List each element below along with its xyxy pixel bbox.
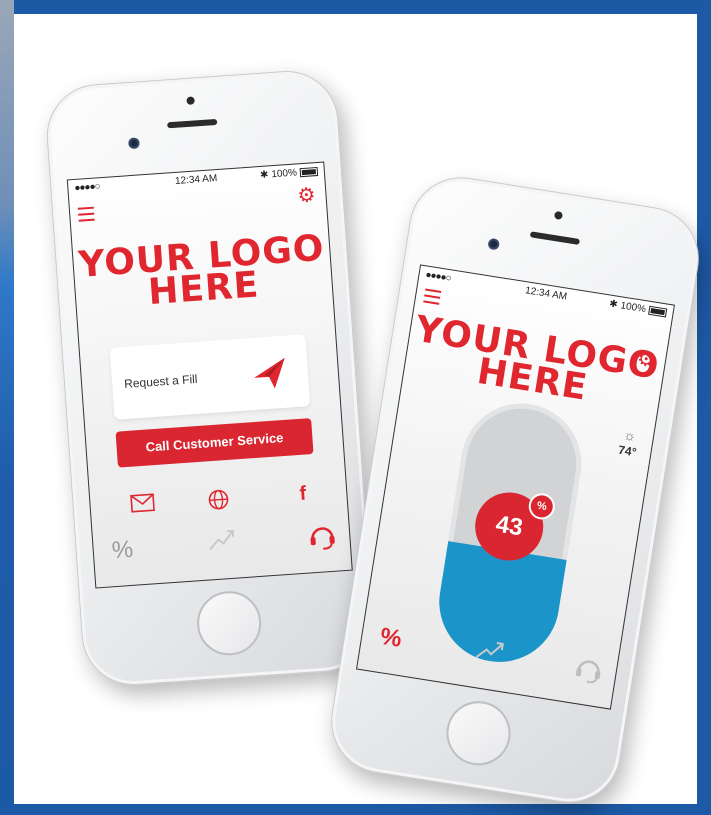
bluetooth-icon: ✱ bbox=[259, 169, 269, 182]
tank-level-value: 43 bbox=[493, 510, 525, 542]
gear-icon[interactable]: ⚙ bbox=[297, 184, 316, 207]
brand-logo: YOUR LOGO HERE bbox=[403, 309, 666, 416]
globe-icon[interactable] bbox=[207, 488, 231, 516]
battery-icon bbox=[648, 305, 668, 318]
tab-percent[interactable]: % bbox=[111, 535, 134, 566]
phone-speaker bbox=[167, 118, 218, 129]
bluetooth-icon: ✱ bbox=[608, 298, 619, 311]
phone-speaker bbox=[529, 231, 581, 246]
home-button[interactable] bbox=[195, 589, 264, 658]
status-bar: ●●●●○ 12:34 AM ✱ 100% bbox=[424, 269, 668, 321]
battery-indicator: ✱ 100% bbox=[608, 298, 668, 319]
trend-icon[interactable] bbox=[207, 528, 237, 560]
call-customer-service-button[interactable]: Call Customer Service bbox=[115, 418, 314, 468]
temperature: 74° bbox=[617, 442, 638, 460]
phone-right: ●●●●○ 12:34 AM ✱ 100% ⚙ YOUR LOGO HERE ☼… bbox=[323, 169, 707, 811]
app-screen-tank: ●●●●○ 12:34 AM ✱ 100% ⚙ YOUR LOGO HERE ☼… bbox=[355, 264, 675, 710]
request-fill-card[interactable]: Request a Fill bbox=[109, 334, 311, 420]
social-links: f bbox=[130, 483, 307, 519]
headset-icon[interactable] bbox=[570, 653, 606, 695]
sun-icon: ☼ bbox=[622, 426, 638, 445]
front-camera bbox=[128, 137, 140, 150]
background-edge bbox=[0, 0, 14, 815]
battery-percent: 100% bbox=[271, 167, 298, 181]
facebook-icon[interactable]: f bbox=[299, 483, 307, 505]
phone-left: ●●●●○ 12:34 AM ✱ 100% ⚙ YOUR LOGO HERE R… bbox=[43, 67, 377, 689]
home-button[interactable] bbox=[441, 696, 516, 770]
app-screen-home: ●●●●○ 12:34 AM ✱ 100% ⚙ YOUR LOGO HERE R… bbox=[66, 161, 353, 589]
brand-logo: YOUR LOGO HERE bbox=[73, 228, 333, 314]
menu-icon[interactable] bbox=[77, 206, 95, 226]
headset-icon[interactable] bbox=[306, 521, 339, 561]
tab-bar: % bbox=[93, 520, 351, 574]
battery-icon bbox=[299, 166, 319, 178]
request-fill-label: Request a Fill bbox=[123, 371, 198, 391]
trend-icon[interactable] bbox=[473, 637, 505, 671]
paper-plane-icon bbox=[254, 357, 285, 389]
canvas: ●●●●○ 12:34 AM ✱ 100% ⚙ YOUR LOGO HERE R… bbox=[14, 14, 707, 811]
menu-icon[interactable] bbox=[423, 288, 442, 309]
battery-indicator: ✱ 100% bbox=[260, 166, 319, 181]
phone-sensor bbox=[553, 210, 564, 220]
tab-percent[interactable]: % bbox=[378, 622, 404, 655]
status-bar: ●●●●○ 12:34 AM ✱ 100% bbox=[74, 166, 319, 197]
envelope-icon[interactable] bbox=[130, 493, 156, 518]
weather-widget: ☼ 74° bbox=[617, 426, 640, 461]
battery-percent: 100% bbox=[619, 300, 647, 316]
phone-sensor bbox=[186, 96, 195, 105]
front-camera bbox=[487, 237, 500, 251]
